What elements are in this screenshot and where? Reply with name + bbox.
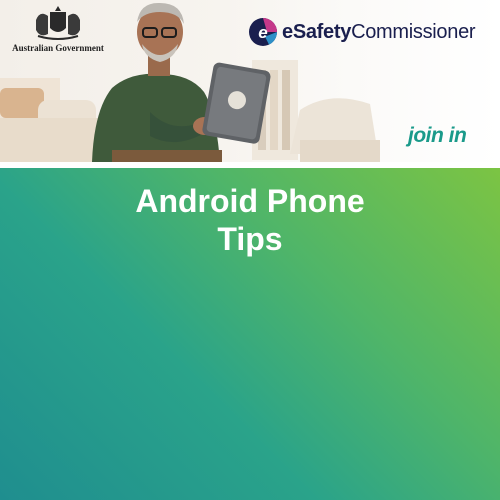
australian-government-text: Australian Government (12, 43, 104, 53)
esafety-e-icon: e (249, 18, 277, 46)
page-title: Android Phone Tips (0, 182, 500, 258)
svg-text:e: e (258, 23, 267, 42)
australian-government-logo: Australian Government (12, 6, 104, 56)
page-title-line-2: Tips (217, 221, 283, 257)
esafety-wordmark-brand: eSafety (282, 21, 352, 43)
esafety-commissioner-logo: e eSafetyCommissioner (248, 16, 476, 48)
page-title-line-1: Android Phone (135, 183, 365, 219)
hero-banner: Australian Government e eSafetyCommissio… (0, 0, 500, 162)
join-in-tagline: join in (408, 124, 467, 147)
esafety-wordmark: eSafetyCommissioner (282, 17, 476, 47)
esafety-wordmark-suffix: Commissioner (351, 21, 476, 43)
coat-of-arms-icon (36, 6, 80, 40)
